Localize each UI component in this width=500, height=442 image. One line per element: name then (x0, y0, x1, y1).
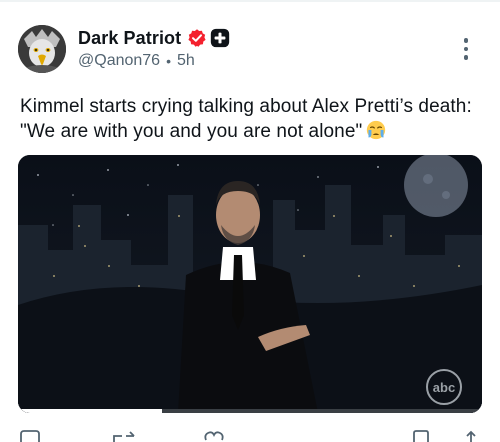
more-vertical-icon[interactable] (460, 38, 472, 64)
action-bar (0, 430, 500, 442)
share-icon[interactable] (462, 430, 480, 442)
handle-row: @Qanon76 • 5h (78, 52, 195, 70)
author-handle[interactable]: @Qanon76 (78, 52, 160, 70)
post-text-line-2: "We are with you and you are not alone" (20, 119, 490, 144)
separator-dot: • (166, 53, 171, 69)
video-player[interactable]: abc (18, 155, 482, 413)
video-progress-bar[interactable] (18, 409, 482, 413)
post-time[interactable]: 5h (177, 52, 195, 70)
bookmark-icon[interactable] (412, 430, 430, 442)
abc-logo-text: abc (433, 380, 455, 395)
crying-face-emoji (367, 120, 386, 140)
video-progress-fill (18, 409, 162, 413)
post-quote: "We are with you and you are not alone" (20, 121, 363, 142)
reply-icon[interactable] (20, 430, 40, 442)
like-icon[interactable] (204, 430, 224, 442)
verified-badge-icon (188, 29, 206, 47)
plus-badge-icon (211, 28, 230, 48)
repost-icon[interactable] (112, 430, 136, 442)
author-name-row: Dark Patriot (78, 27, 230, 49)
author-name[interactable]: Dark Patriot (78, 28, 181, 49)
avatar[interactable] (18, 25, 66, 73)
top-divider (0, 0, 500, 2)
post-text-line-1: Kimmel starts crying talking about Alex … (20, 96, 472, 117)
video-frame: abc (18, 155, 482, 413)
post-text: Kimmel starts crying talking about Alex … (20, 94, 490, 144)
eagle-avatar-icon (18, 25, 66, 73)
